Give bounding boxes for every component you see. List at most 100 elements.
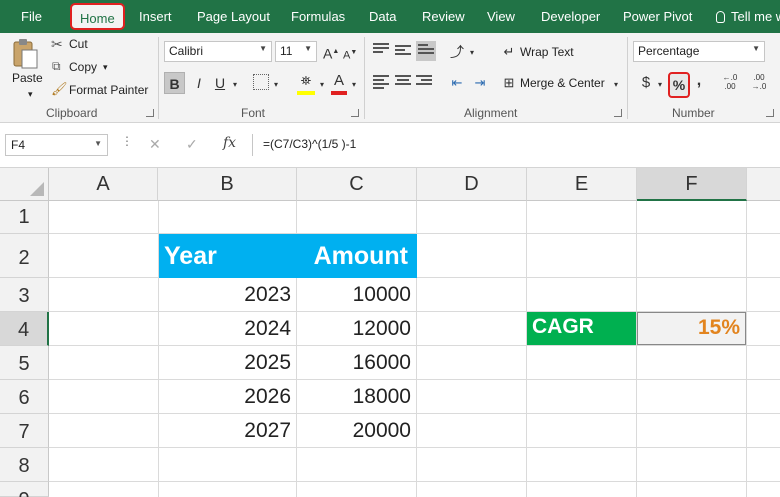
grid-line <box>49 345 780 346</box>
shrink-font-button[interactable]: A▼ <box>343 42 357 64</box>
font-family-select[interactable]: Calibri ▼ <box>164 41 272 62</box>
column-header-d[interactable]: D <box>417 168 527 201</box>
cell-c6[interactable]: 18000 <box>297 385 417 409</box>
underline-button[interactable]: U <box>211 72 229 94</box>
increase-indent-icon[interactable]: ⇥ <box>470 72 490 94</box>
tab-formulas[interactable]: Formulas <box>291 9 345 24</box>
cancel-icon[interactable]: ✕ <box>149 136 161 153</box>
bottom-align-icon[interactable] <box>416 41 436 61</box>
row-header-9[interactable]: 9 <box>0 482 49 497</box>
row-header-1[interactable]: 1 <box>0 201 49 234</box>
row-header-7[interactable]: 7 <box>0 414 49 448</box>
column-header-c[interactable]: C <box>297 168 417 201</box>
copy-button[interactable]: Copy <box>69 60 97 74</box>
align-right-icon[interactable] <box>416 75 432 89</box>
align-left-icon[interactable] <box>373 75 389 89</box>
column-header-a[interactable]: A <box>49 168 158 201</box>
comma-style-button[interactable]: , <box>693 70 705 92</box>
column-header-b[interactable]: B <box>158 168 297 201</box>
paste-button[interactable]: Paste <box>12 71 43 85</box>
clipboard-launcher-icon[interactable] <box>146 109 154 117</box>
bold-button[interactable]: B <box>164 72 185 94</box>
paste-dropdown-icon[interactable]: ▾ <box>28 89 33 100</box>
row-header-6[interactable]: 6 <box>0 380 49 414</box>
cell-b6[interactable]: 2026 <box>159 385 297 409</box>
tab-review[interactable]: Review <box>422 9 465 24</box>
column-header-f[interactable]: F <box>637 168 747 201</box>
align-center-icon[interactable] <box>395 75 411 89</box>
middle-align-icon[interactable] <box>395 45 411 59</box>
merge-center-button[interactable]: Merge & Center <box>520 76 605 90</box>
tab-power-pivot[interactable]: Power Pivot <box>623 9 692 24</box>
cell-b4[interactable]: 2024 <box>159 317 297 341</box>
row-header-3[interactable]: 3 <box>0 278 49 312</box>
cell-b7[interactable]: 2027 <box>159 419 297 443</box>
italic-button[interactable]: I <box>190 72 208 94</box>
fill-color-dropdown-icon[interactable]: ▾ <box>317 74 327 96</box>
cell-c3[interactable]: 10000 <box>297 283 417 307</box>
format-painter-icon[interactable]: 🖌 <box>51 81 68 97</box>
name-box[interactable]: F4 ▼ <box>5 134 108 156</box>
cell-b2-year-header[interactable]: Year <box>159 234 297 278</box>
tab-home[interactable]: Home <box>70 3 125 30</box>
underline-dropdown-icon[interactable]: ▾ <box>230 74 240 96</box>
currency-button[interactable]: $ <box>638 72 654 94</box>
font-color-dropdown-icon[interactable]: ▾ <box>349 74 359 96</box>
currency-dropdown-icon[interactable]: ▾ <box>655 74 665 96</box>
format-painter-button[interactable]: Format Painter <box>69 83 148 97</box>
merge-dropdown-icon[interactable]: ▾ <box>611 74 621 96</box>
decrease-indent-icon[interactable]: ⇤ <box>447 72 467 94</box>
insert-function-button[interactable]: fx <box>223 135 236 151</box>
row-header-8[interactable]: 8 <box>0 448 49 482</box>
tell-me-box[interactable]: Tell me w <box>716 9 780 24</box>
tab-developer[interactable]: Developer <box>541 9 600 24</box>
cell-f4-cagr-value[interactable]: 15% <box>637 312 746 345</box>
column-header-g[interactable] <box>747 168 780 201</box>
scissors-icon[interactable]: ✂ <box>51 36 63 53</box>
fill-color-icon[interactable]: ⛯ <box>297 70 315 92</box>
alignment-launcher-icon[interactable] <box>614 109 622 117</box>
percent-style-button[interactable]: % <box>668 72 690 98</box>
column-header-e[interactable]: E <box>527 168 637 201</box>
cell-b5[interactable]: 2025 <box>159 351 297 375</box>
select-all-button[interactable] <box>0 168 49 201</box>
tab-view[interactable]: View <box>487 9 515 24</box>
formula-input[interactable]: =(C7/C3)^(1/5 )-1 <box>252 134 780 156</box>
wrap-text-button[interactable]: Wrap Text <box>520 45 574 59</box>
tab-insert[interactable]: Insert <box>139 9 172 24</box>
increase-decimal-button[interactable]: ←.0 .00 <box>719 73 741 95</box>
tab-page-layout[interactable]: Page Layout <box>197 9 270 24</box>
decrease-decimal-button[interactable]: .00 →.0 <box>748 73 770 95</box>
copy-dropdown-icon[interactable]: ▾ <box>103 62 108 73</box>
font-launcher-icon[interactable] <box>351 109 359 117</box>
font-size-select[interactable]: 11 ▼ <box>275 41 317 62</box>
cell-e4-cagr-label[interactable]: CAGR <box>527 312 636 345</box>
orientation-icon[interactable]: ⤴ <box>447 41 467 63</box>
orientation-dropdown-icon[interactable]: ▾ <box>467 42 477 64</box>
row-header-2[interactable]: 2 <box>0 234 49 278</box>
cell-c5[interactable]: 16000 <box>297 351 417 375</box>
copy-icon[interactable]: ⧉ <box>52 59 61 74</box>
row-header-5[interactable]: 5 <box>0 346 49 380</box>
font-size-value: 11 <box>280 44 293 58</box>
cell-c7[interactable]: 20000 <box>297 419 417 443</box>
number-format-select[interactable]: Percentage ▼ <box>633 41 765 62</box>
borders-dropdown-icon[interactable]: ▾ <box>271 74 281 96</box>
cell-b3[interactable]: 2023 <box>159 283 297 307</box>
merge-center-icon[interactable]: ⊞ <box>501 72 517 94</box>
grow-font-button[interactable]: A▲ <box>323 41 339 63</box>
paste-icon[interactable] <box>11 37 39 73</box>
cut-button[interactable]: Cut <box>69 37 88 51</box>
number-launcher-icon[interactable] <box>766 109 774 117</box>
enter-icon[interactable]: ✓ <box>186 136 198 153</box>
cell-c2-amount-header[interactable]: Amount <box>297 234 417 278</box>
cell-c4[interactable]: 12000 <box>297 317 417 341</box>
tab-data[interactable]: Data <box>369 9 396 24</box>
font-label: Font <box>241 106 266 120</box>
top-align-icon[interactable] <box>373 43 389 57</box>
row-header-4[interactable]: 4 <box>0 312 49 346</box>
tab-file[interactable]: File <box>21 9 42 24</box>
wrap-text-icon[interactable]: ↵ <box>501 41 517 63</box>
font-color-button[interactable]: A <box>331 70 347 92</box>
borders-icon[interactable] <box>253 74 269 90</box>
